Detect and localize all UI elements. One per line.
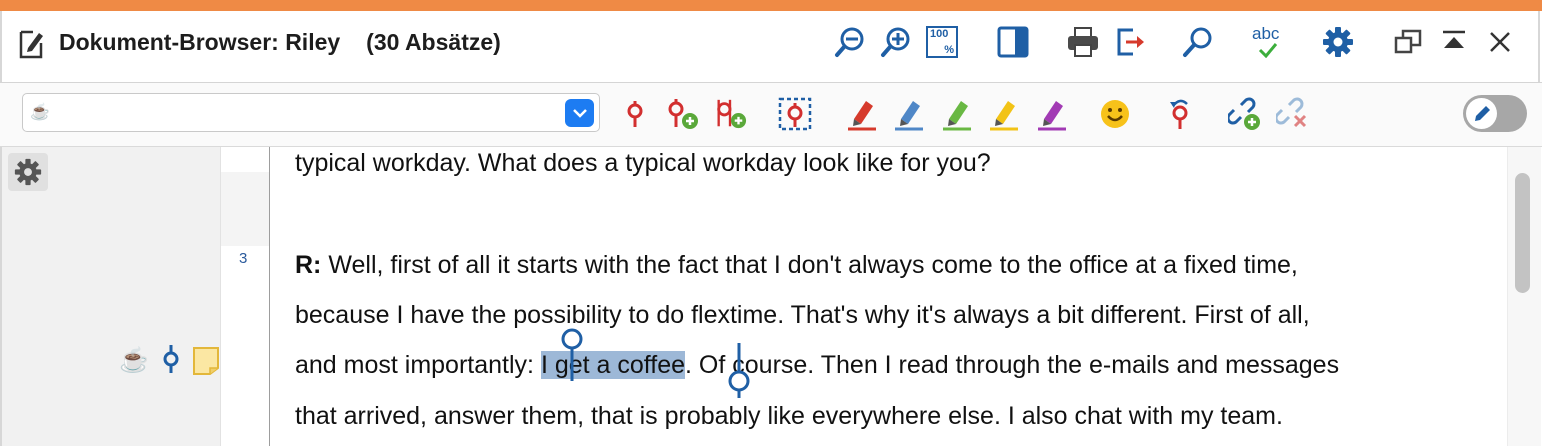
text-line: because I have the possibility to do fle… [295, 301, 1310, 329]
paragraph-number: 3 [239, 250, 248, 267]
paragraph-count: (30 Absätze) [366, 29, 501, 55]
code-selector-value: ☕ [30, 104, 50, 121]
collapse-icon[interactable] [1436, 24, 1472, 60]
window-title-text: Dokument-Browser: Riley [59, 29, 341, 55]
text-after-highlight: . Of course. Then I read through the e-m… [685, 351, 1340, 379]
code-stripe-panel [2, 147, 220, 446]
undo-code-icon[interactable] [1163, 96, 1197, 132]
panel-settings-button[interactable] [8, 153, 48, 191]
document-text-area[interactable]: typical workday. What does a typical wor… [271, 147, 1507, 446]
link-add-icon[interactable] [1228, 96, 1262, 132]
text-line: that arrived, answer them, that is proba… [295, 402, 1283, 430]
code-selection-icon[interactable] [778, 96, 812, 132]
export-icon[interactable] [1113, 24, 1149, 60]
speaker-label: R: [295, 251, 322, 279]
highlighter-red-icon[interactable] [845, 96, 879, 132]
window-title: Dokument-Browser: Riley (30 Absätze) [59, 29, 501, 56]
zoom-in-icon[interactable] [878, 24, 914, 60]
highlighter-purple-icon[interactable] [1035, 96, 1069, 132]
link-remove-icon[interactable] [1276, 96, 1310, 132]
document-edit-icon [19, 27, 45, 59]
selection-start-handle[interactable] [560, 327, 584, 386]
spellcheck-label: abc [1252, 24, 1280, 43]
detach-window-icon[interactable] [1390, 24, 1426, 60]
panel-toggle-icon[interactable] [995, 24, 1031, 60]
code-pin-add-multi-icon[interactable] [713, 96, 747, 132]
code-pin-icon[interactable] [618, 96, 652, 132]
settings-gear-icon[interactable] [1320, 24, 1356, 60]
zoom-out-icon[interactable] [832, 24, 868, 60]
highlighter-yellow-icon[interactable] [987, 96, 1021, 132]
code-selector[interactable]: ☕ [22, 93, 600, 132]
zoom-100-label: 100 [930, 28, 949, 40]
selection-end-handle[interactable] [727, 343, 751, 403]
code-pin-add-icon[interactable] [665, 96, 699, 132]
highlighter-green-icon[interactable] [940, 96, 974, 132]
text-line: and most importantly: I get a coffee. Of… [295, 351, 1339, 380]
coded-segment-pin-icon[interactable] [160, 344, 182, 374]
close-icon[interactable] [1482, 24, 1518, 60]
coded-segment-emoji[interactable]: ☕ [119, 346, 149, 375]
search-icon[interactable] [1180, 24, 1216, 60]
text-line: typical workday. What does a typical wor… [295, 149, 991, 177]
paragraph-number-shade [221, 172, 269, 246]
memo-icon[interactable] [192, 346, 220, 376]
panel-gear-icon [14, 158, 42, 186]
scrollbar-thumb[interactable] [1515, 173, 1530, 293]
highlighter-blue-icon[interactable] [892, 96, 926, 132]
chevron-down-icon[interactable] [565, 99, 594, 127]
text-before-highlight: and most importantly: [295, 351, 541, 379]
pencil-icon [1466, 98, 1497, 129]
text-line-content: Well, first of all it starts with the fa… [321, 251, 1298, 279]
zoom-100-icon[interactable]: 100 % [924, 24, 960, 60]
print-icon[interactable] [1065, 24, 1101, 60]
text-line: R: Well, first of all it starts with the… [295, 251, 1298, 280]
emoticon-icon[interactable] [1098, 96, 1132, 132]
window-accent-bar [0, 0, 1542, 11]
zoom-100-percent: % [944, 44, 954, 56]
spellcheck-icon[interactable]: abc [1250, 24, 1286, 60]
edit-mode-toggle[interactable] [1463, 95, 1527, 132]
